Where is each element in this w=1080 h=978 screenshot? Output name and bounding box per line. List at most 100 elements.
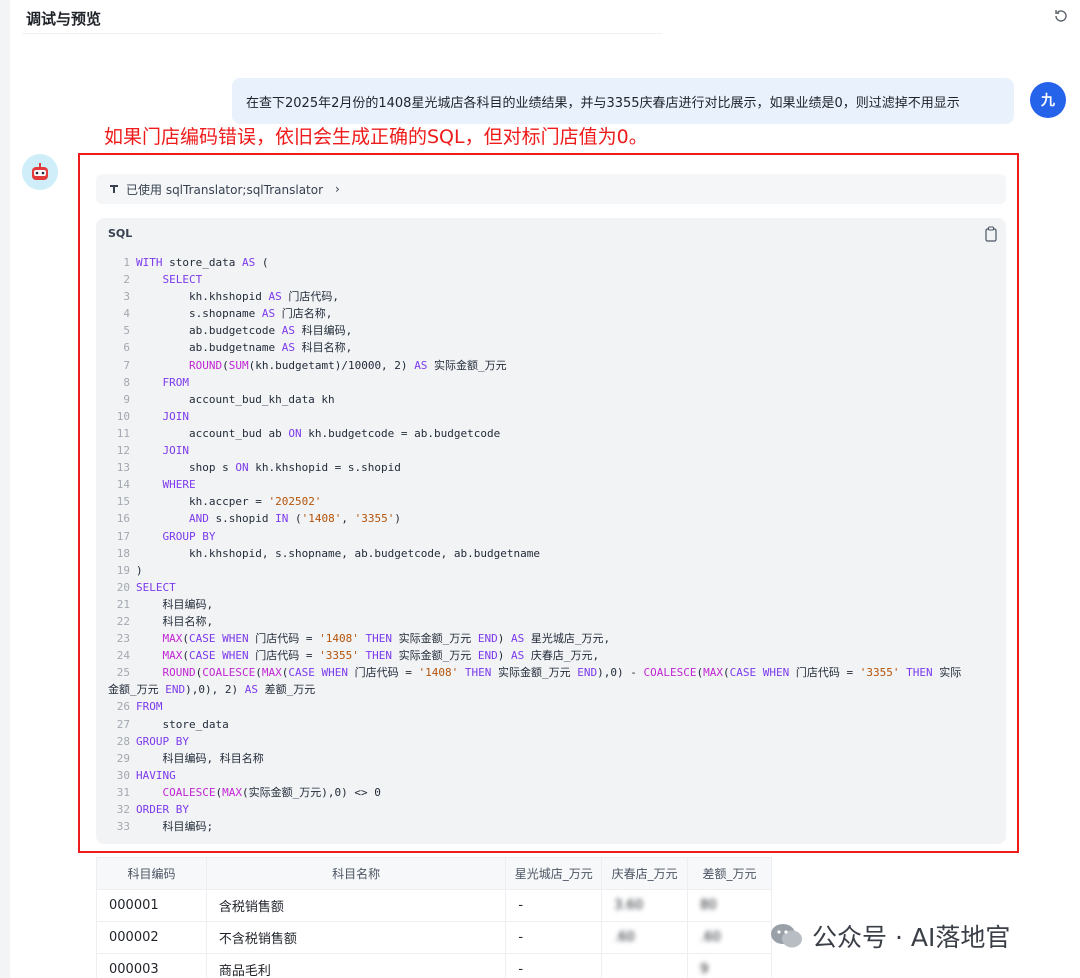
bot-avatar-icon — [22, 154, 58, 190]
line-number: 10 — [116, 409, 130, 423]
code-text: store_data — [136, 717, 229, 731]
code-line: 9 account_bud_kh_data kh — [96, 391, 1006, 408]
line-number: 5 — [123, 324, 130, 338]
code-text: 科目名称, — [136, 614, 214, 628]
code-text: JOIN — [162, 409, 190, 423]
code-text: SELECT — [136, 580, 176, 594]
chevron-right-icon: › — [335, 182, 340, 196]
code-line: 32 ORDER BY — [96, 801, 1006, 818]
code-text: SELECT — [162, 273, 203, 287]
line-number: 13 — [116, 461, 130, 475]
column-header: 庆春店_万元 — [601, 857, 689, 890]
code-text: account_bud ab ON kh.budgetcode = ab.bud… — [136, 426, 501, 440]
code-text: ab.budgetcode AS 科目编码, — [136, 324, 353, 338]
line-number: 21 — [116, 597, 130, 611]
line-number: 23 — [116, 632, 130, 646]
code-line: 28 GROUP BY — [96, 733, 1006, 750]
code-text: kh.khshopid, s.shopname, ab.budgetcode, … — [136, 546, 540, 560]
watermark-text: 公众号 · AI落地官 — [812, 923, 1011, 952]
copy-icon[interactable] — [984, 226, 998, 242]
line-number: 19 — [116, 563, 130, 577]
code-language-label: SQL — [108, 227, 133, 240]
table-cell: 3.60 — [601, 889, 689, 922]
line-number: 27 — [116, 717, 130, 731]
table-header-row: 科目编码 科目名称 星光城店_万元 庆春店_万元 差额_万元 — [96, 857, 772, 890]
code-line: 5 ab.budgetcode AS 科目编码, — [96, 322, 1006, 339]
code-line: 20 SELECT — [96, 579, 1006, 596]
code-line: 33 科目编码; — [96, 818, 1006, 835]
wechat-icon — [771, 924, 802, 948]
table-cell: - — [505, 889, 603, 922]
code-line: 24 MAX(CASE WHEN 门店代码 = '3355' THEN 实际金额… — [96, 647, 1006, 664]
code-text: s.shopname AS 门店名称, — [136, 307, 333, 321]
result-table: 科目编码 科目名称 星光城店_万元 庆春店_万元 差额_万元 000001 含税… — [96, 857, 772, 978]
line-number: 28 — [116, 734, 130, 748]
table-cell: .60 — [601, 921, 689, 954]
table-cell — [601, 953, 689, 978]
code-line: 26 FROM — [96, 698, 1006, 715]
line-number: 11 — [116, 426, 130, 440]
line-number: 12 — [116, 444, 130, 458]
line-number: 7 — [123, 358, 130, 372]
code-line: 30 HAVING — [96, 767, 1006, 784]
code-line: 12 JOIN — [96, 442, 1006, 459]
code-text: FROM — [162, 375, 190, 389]
table-row: 000002 不含税销售额 - .60 .60 — [96, 921, 772, 954]
line-number: 9 — [123, 392, 130, 406]
code-text: shop s ON kh.khshopid = s.shopid — [136, 461, 401, 475]
table-cell: 商品毛利 — [205, 953, 507, 978]
code-line: 23 MAX(CASE WHEN 门店代码 = '1408' THEN 实际金额… — [96, 630, 1006, 647]
code-text: ) — [136, 563, 143, 577]
line-number: 15 — [116, 495, 130, 509]
line-number: 29 — [116, 751, 130, 765]
tool-usage-row[interactable]: 已使用 sqlTranslator;sqlTranslator › — [96, 174, 1006, 204]
code-text: kh.khshopid AS 门店代码, — [136, 290, 339, 304]
code-line: 15 kh.accper = '202502' — [96, 493, 1006, 510]
code-line: 19) — [96, 562, 1006, 579]
code-line: 22 科目名称, — [96, 613, 1006, 630]
code-line: 29 科目编码, 科目名称 — [96, 750, 1006, 767]
code-line: 11 account_bud ab ON kh.budgetcode = ab.… — [96, 425, 1006, 442]
line-number: 6 — [123, 341, 130, 355]
code-line: 14 WHERE — [96, 476, 1006, 493]
red-annotation: 如果门店编码错误，依旧会生成正确的SQL，但对标门店值为0。 — [104, 126, 648, 148]
table-cell: 不含税销售额 — [205, 921, 507, 954]
line-number: 1 — [123, 256, 130, 269]
code-text: ROUND(SUM(kh.budgetamt)/10000, 2) AS 实际金… — [188, 358, 507, 372]
code-line: 17 GROUP BY — [96, 528, 1006, 545]
line-number: 8 — [123, 375, 130, 389]
code-text: AND s.shopid IN ('1408', '3355') — [188, 512, 401, 526]
table-cell: 80 — [687, 889, 772, 922]
code-line: 25 ROUND(COALESCE(MAX(CASE WHEN 门店代码 = '… — [96, 664, 1006, 681]
code-text: COALESCE(MAX(实际金额_万元),0) <> 0 — [162, 785, 381, 799]
code-text: ORDER BY — [136, 803, 189, 816]
table-cell: 000003 — [96, 953, 207, 978]
code-line: 4 s.shopname AS 门店名称, — [96, 305, 1006, 322]
code-text: 金额_万元 END),0), 2) AS 差额_万元 — [108, 683, 316, 697]
code-line: 金额_万元 END),0), 2) AS 差额_万元 — [96, 681, 1006, 698]
line-number: 3 — [123, 290, 130, 304]
table-cell: - — [505, 953, 603, 978]
code-text: GROUP BY — [162, 529, 216, 543]
table-cell: 000001 — [96, 889, 207, 922]
code-text: GROUP BY — [136, 734, 189, 748]
code-line: 31 COALESCE(MAX(实际金额_万元),0) <> 0 — [96, 784, 1006, 801]
line-number: 16 — [116, 512, 130, 526]
code-line: 6 ab.budgetname AS 科目名称, — [96, 339, 1006, 356]
tool-usage-label: 已使用 sqlTranslator;sqlTranslator — [126, 182, 324, 197]
line-number: 18 — [116, 546, 130, 560]
watermark: 公众号 · AI落地官 — [770, 918, 1010, 954]
code-text: MAX(CASE WHEN 门店代码 = '3355' THEN 实际金额_万元… — [162, 649, 600, 663]
code-lines: 1 WITH store_data AS (2 SELECT 3 kh.khshop… — [96, 254, 1006, 835]
code-text: 科目编码, — [136, 597, 214, 611]
refresh-icon[interactable] — [1052, 7, 1070, 25]
line-number: 25 — [116, 666, 130, 680]
code-text: 科目编码, 科目名称 — [136, 751, 264, 765]
line-number: 30 — [116, 768, 130, 782]
code-line: 13 shop s ON kh.khshopid = s.shopid — [96, 459, 1006, 476]
code-text: kh.accper = '202502' — [136, 495, 322, 509]
code-line: 16 AND s.shopid IN ('1408', '3355') — [96, 510, 1006, 527]
line-number: 31 — [116, 785, 130, 799]
table-row: 000001 含税销售额 - 3.60 80 — [96, 889, 772, 922]
code-text: JOIN — [162, 444, 190, 458]
